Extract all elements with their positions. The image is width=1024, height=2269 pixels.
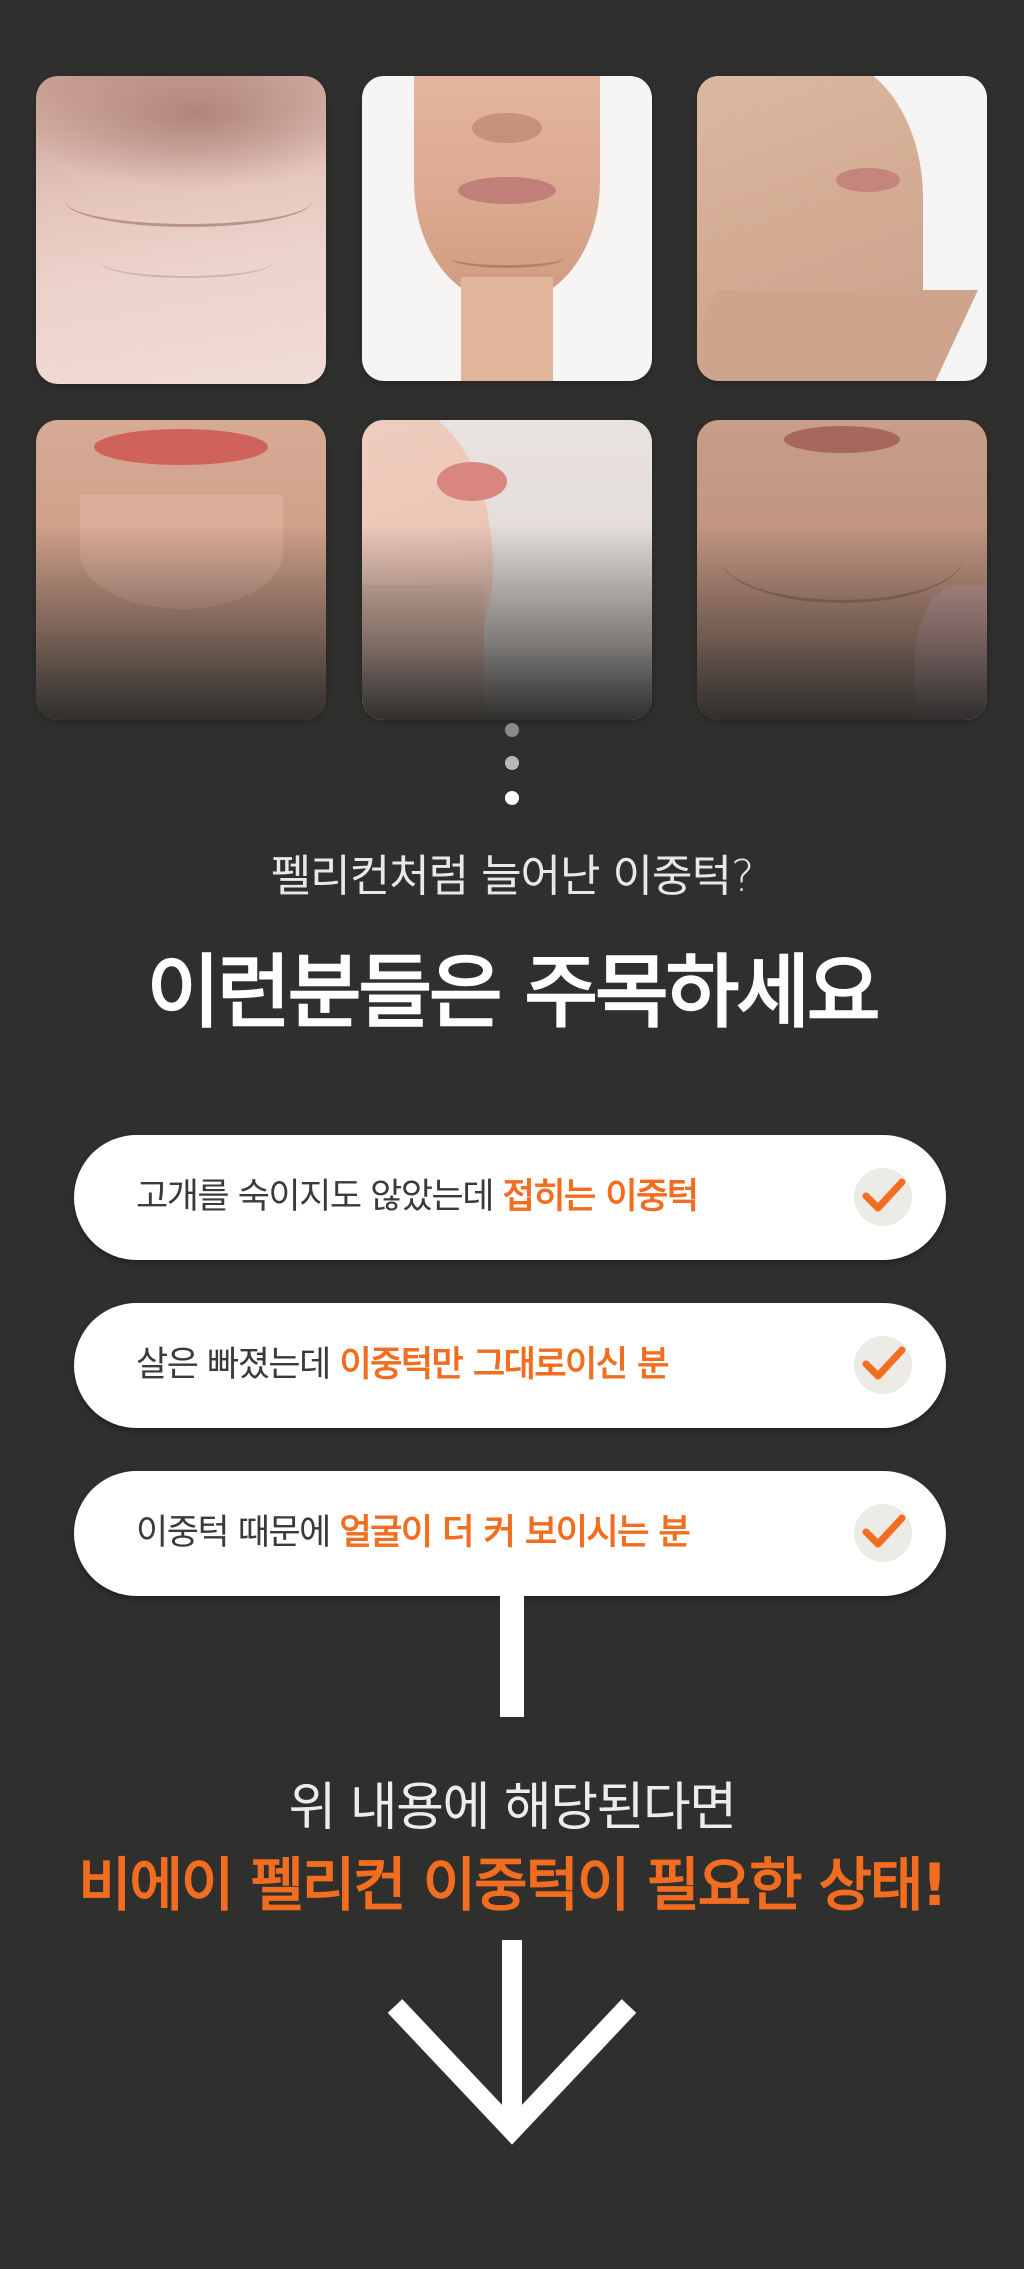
checklist-plain-text: 이중턱 때문에 xyxy=(136,1513,340,1553)
checklist-plain-text: 살은 빠졌는데 xyxy=(136,1345,340,1385)
checklist-highlight-text: 접히는 이중턱 xyxy=(502,1177,699,1217)
arrow-down-icon xyxy=(385,1940,639,2154)
outro-line-2: 비에이 펠리컨 이중턱이 필요한 상태! xyxy=(78,1851,948,1919)
separator-dot-2 xyxy=(505,756,519,770)
outro-line-1: 위 내용에 해당된다면 xyxy=(288,1778,737,1838)
lips-profile-photo xyxy=(362,420,652,720)
checklist-item-3: 이중턱 때문에 얼굴이 더 커 보이시는 분 xyxy=(74,1471,946,1596)
neck-photo xyxy=(36,76,326,384)
checklist-plain-text: 고개를 숙이지도 않았는데 xyxy=(136,1177,503,1217)
checklist-highlight-text: 이중턱만 그대로이신 분 xyxy=(339,1345,669,1385)
separator-dot-3 xyxy=(505,791,519,805)
headline-title: 이런분들은 주목하세요 xyxy=(146,946,881,1039)
photo-grid xyxy=(0,0,1024,720)
sagging-jaw-photo xyxy=(697,420,987,720)
lips-chin-photo xyxy=(36,420,326,720)
check-icon xyxy=(854,1336,912,1394)
checklist-text: 고개를 숙이지도 않았는데 접히는 이중턱 xyxy=(136,1135,699,1260)
check-icon xyxy=(854,1504,912,1562)
checklist-item-1: 고개를 숙이지도 않았는데 접히는 이중턱 xyxy=(74,1135,946,1260)
checklist-text: 이중턱 때문에 얼굴이 더 커 보이시는 분 xyxy=(136,1471,691,1596)
checklist-text: 살은 빠졌는데 이중턱만 그대로이신 분 xyxy=(136,1303,669,1428)
checklist-item-2: 살은 빠졌는데 이중턱만 그대로이신 분 xyxy=(74,1303,946,1428)
separator-dot-1 xyxy=(505,723,519,737)
connector-line xyxy=(500,1595,524,1717)
check-icon xyxy=(854,1168,912,1226)
double-chin-front-photo xyxy=(362,76,652,381)
jawline-profile-photo xyxy=(697,76,987,381)
headline-subtitle: 펠리컨처럼 늘어난 이중턱? xyxy=(270,851,755,902)
checklist-highlight-text: 얼굴이 더 커 보이시는 분 xyxy=(339,1513,690,1553)
